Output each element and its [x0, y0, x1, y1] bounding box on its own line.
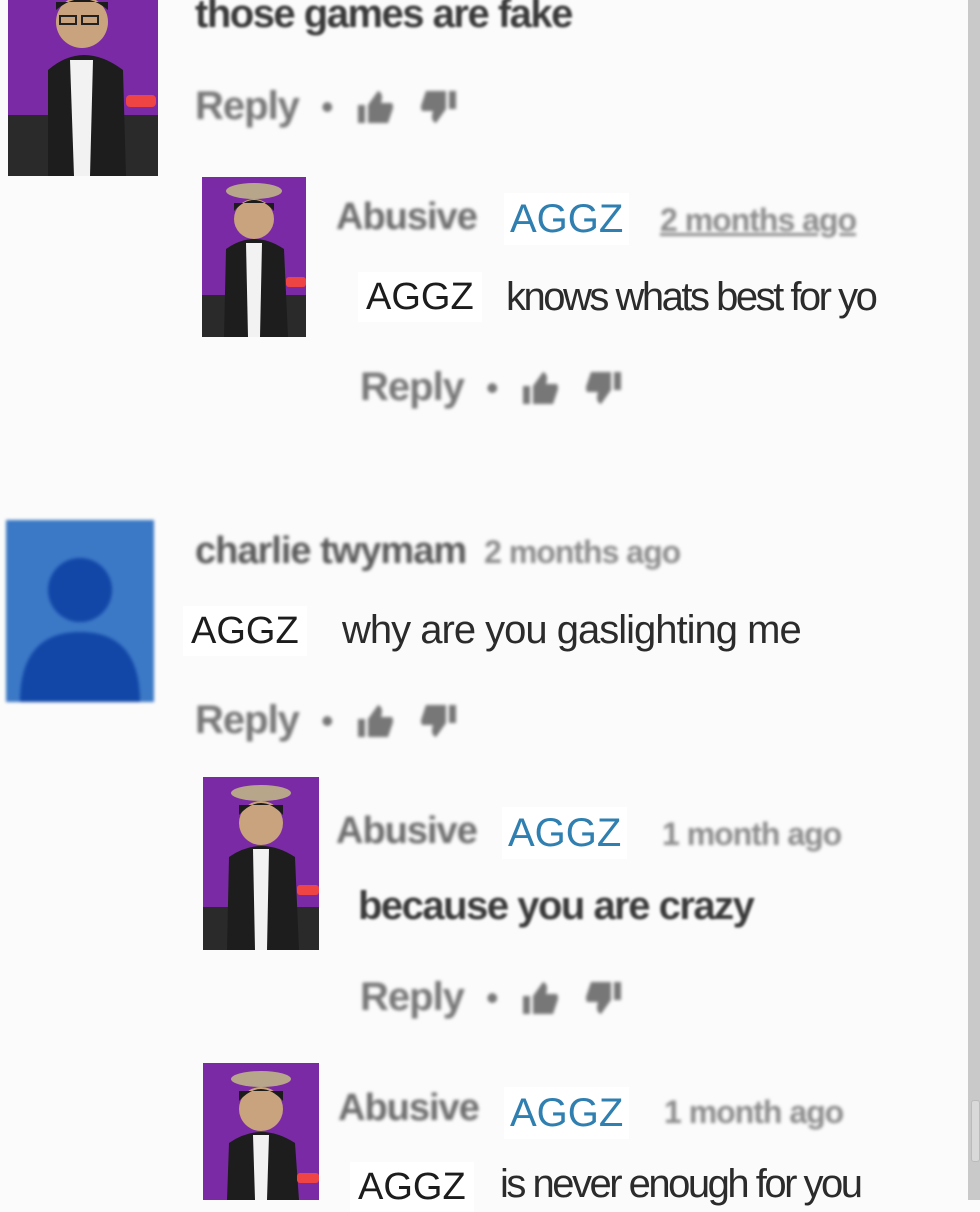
- avatar-photo-icon: [202, 177, 306, 337]
- thumbs-up-icon[interactable]: [521, 978, 561, 1018]
- author-tag: AGGZ: [504, 1087, 630, 1139]
- comment-time[interactable]: 2 months ago: [484, 534, 681, 571]
- reply-button[interactable]: Reply: [195, 84, 300, 129]
- comment-header: charlie twymam 2 months ago: [195, 530, 681, 573]
- aggz-prefix: AGGZ: [358, 272, 482, 322]
- avatar-aggz[interactable]: [203, 1063, 319, 1200]
- comment-text: is never enough for you: [500, 1162, 863, 1206]
- aggz-prefix: AGGZ: [350, 1162, 474, 1212]
- comment-time[interactable]: 1 month ago: [664, 1094, 844, 1131]
- comment-author[interactable]: Abusive: [338, 1087, 480, 1130]
- comment-text: knows whats best for yo: [506, 275, 878, 319]
- comment-author[interactable]: Abusive: [336, 196, 478, 239]
- separator-dot: •: [320, 85, 334, 127]
- comment-actions: Reply •: [195, 84, 458, 129]
- separator-dot: •: [485, 976, 499, 1018]
- thumbs-up-icon[interactable]: [356, 87, 396, 127]
- user-silhouette-icon: [6, 520, 154, 702]
- comment-header: Abusive: [336, 196, 478, 239]
- reply-button[interactable]: Reply: [195, 698, 300, 743]
- aggz-prefix: AGGZ: [183, 606, 307, 656]
- comment-actions: Reply •: [195, 698, 458, 743]
- thumbs-up-icon[interactable]: [521, 368, 561, 408]
- comment-author[interactable]: charlie twymam: [195, 530, 467, 573]
- scrollbar-thumb[interactable]: [971, 1100, 980, 1162]
- avatar-photo-icon: [203, 1063, 319, 1200]
- comment-actions: Reply •: [360, 975, 623, 1020]
- comment-text: those games are fake: [195, 0, 573, 36]
- comment-actions: Reply •: [360, 365, 623, 410]
- thumbs-down-icon[interactable]: [583, 368, 623, 408]
- author-tag: AGGZ: [502, 807, 628, 859]
- comment-time[interactable]: 2 months ago: [660, 202, 857, 239]
- avatar-photo-icon: [203, 777, 319, 950]
- avatar-aggz[interactable]: [202, 177, 306, 337]
- author-tag: AGGZ: [504, 193, 630, 245]
- scrollbar[interactable]: [968, 0, 980, 1200]
- default-avatar[interactable]: [6, 520, 154, 702]
- avatar-aggz[interactable]: [8, 0, 158, 176]
- reply-button[interactable]: Reply: [360, 975, 465, 1020]
- comment-author[interactable]: Abusive: [336, 810, 478, 853]
- separator-dot: •: [320, 699, 334, 741]
- avatar-aggz[interactable]: [203, 777, 319, 950]
- thumbs-down-icon[interactable]: [418, 87, 458, 127]
- thumbs-down-icon[interactable]: [583, 978, 623, 1018]
- thumbs-down-icon[interactable]: [418, 701, 458, 741]
- comment-text: because you are crazy: [358, 884, 755, 928]
- avatar-photo-icon: [8, 0, 158, 176]
- thumbs-up-icon[interactable]: [356, 701, 396, 741]
- separator-dot: •: [485, 366, 499, 408]
- comment-text: why are you gaslighting me: [342, 608, 802, 652]
- comment-time[interactable]: 1 month ago: [662, 816, 842, 853]
- reply-button[interactable]: Reply: [360, 365, 465, 410]
